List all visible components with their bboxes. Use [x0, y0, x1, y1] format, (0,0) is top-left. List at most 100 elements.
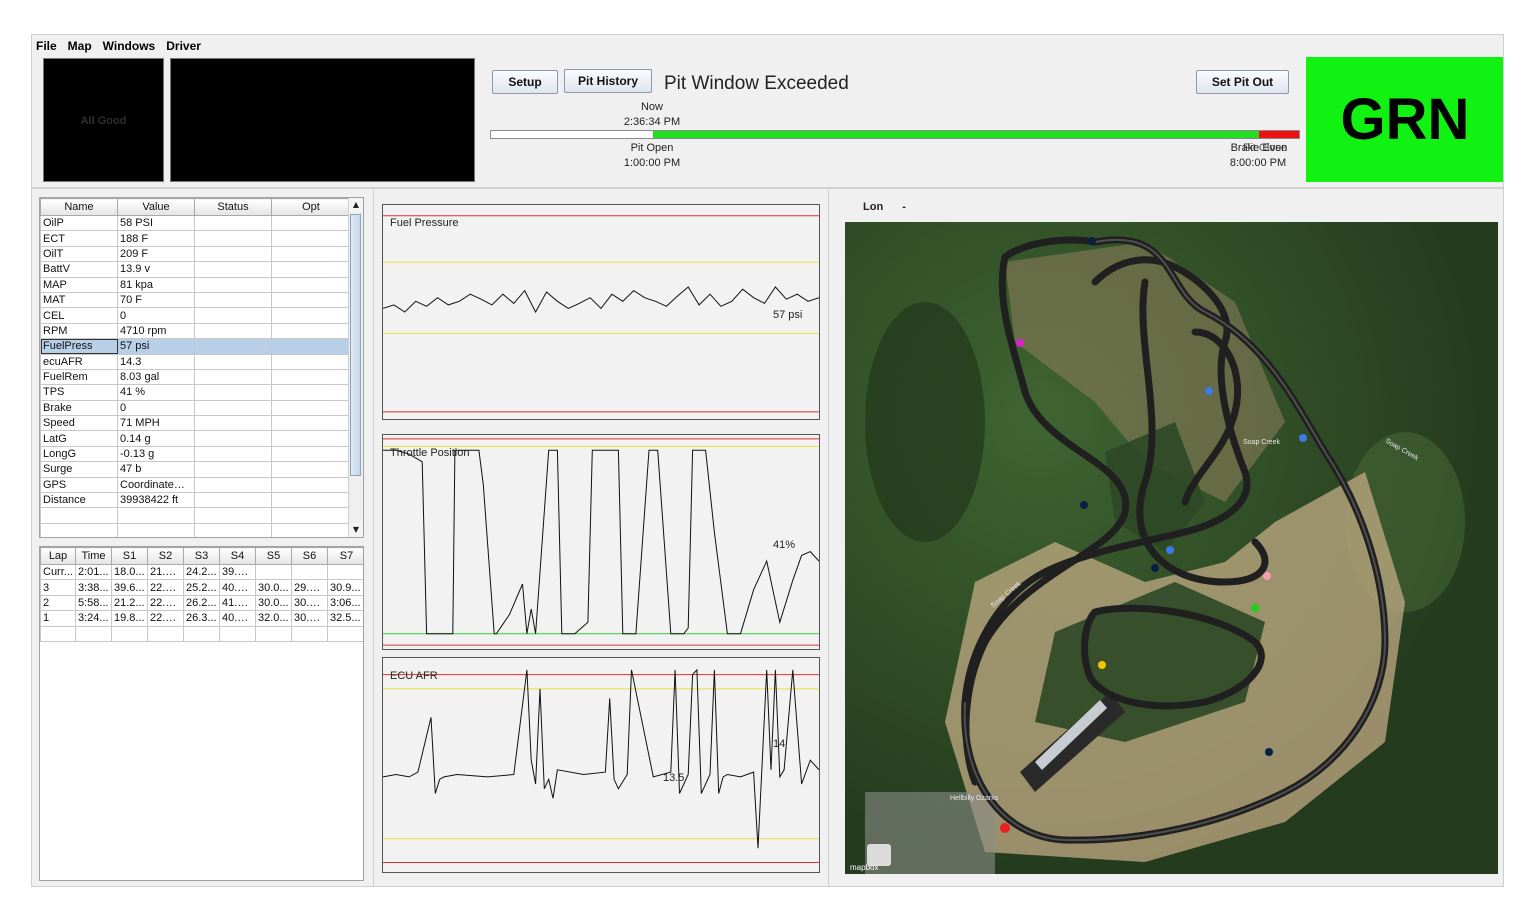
sensor-value-cell[interactable]: 58 PSI	[117, 214, 195, 232]
menu-windows[interactable]: Windows	[103, 39, 156, 53]
lap-column-header[interactable]: Lap	[40, 547, 76, 565]
sensor-name-cell[interactable]: Distance	[40, 492, 118, 509]
sensor-row[interactable]: Surge 47 b	[40, 461, 351, 478]
track-map[interactable]: Soap Creek Soap Creek Soap Creek Hellbil…	[845, 222, 1498, 874]
sensor-cell[interactable]	[194, 353, 272, 370]
sensor-name-cell[interactable]: Brake	[40, 399, 118, 417]
sensor-cell[interactable]	[194, 230, 272, 247]
sensor-column-header[interactable]: Status	[194, 198, 272, 216]
lap-row[interactable]: Curr... 2:01... 18.0... 21.370 24.2... 39.477	[40, 563, 363, 581]
sensor-row[interactable]: OilT 209 F	[40, 245, 351, 263]
lap-cell[interactable]	[327, 563, 363, 581]
sensor-name-cell[interactable]: FuelRem	[40, 368, 118, 386]
sensor-value-cell[interactable]: 47 b	[117, 461, 195, 478]
sensor-value-cell[interactable]: 14.3	[117, 353, 195, 370]
sensor-value-cell[interactable]: 0.14 g	[117, 430, 195, 447]
sensor-cell[interactable]	[194, 476, 272, 494]
sensor-value-cell[interactable]: 0	[117, 307, 195, 324]
sensor-cell[interactable]	[194, 492, 272, 509]
sensor-cell[interactable]	[271, 291, 351, 309]
sensor-name-cell[interactable]: LongG	[40, 445, 118, 463]
lap-column-header[interactable]: S5	[255, 547, 292, 565]
lap-cell[interactable]: 22.133	[147, 579, 184, 596]
sensor-row[interactable]: FuelRem 8.03 gal	[40, 368, 351, 386]
lap-cell[interactable]: Curr...	[40, 563, 76, 581]
sensor-name-cell[interactable]: LatG	[40, 430, 118, 447]
sensor-cell[interactable]	[271, 492, 351, 509]
sensor-value-cell[interactable]: 0	[117, 399, 195, 417]
sensor-row[interactable]: MAT 70 F	[40, 291, 351, 309]
sensor-cell[interactable]	[194, 214, 272, 232]
menu-map[interactable]: Map	[68, 39, 92, 53]
scroll-up-icon[interactable]: ▲	[349, 198, 363, 212]
sensor-cell[interactable]	[194, 291, 272, 309]
sensor-row[interactable]: LatG 0.14 g	[40, 430, 351, 447]
sensor-cell[interactable]	[271, 230, 351, 247]
sensor-cell[interactable]	[271, 338, 351, 355]
lap-row[interactable]: 1 3:24... 19.8... 22.988 26.3... 40.532 32.0..…	[40, 610, 363, 627]
lap-cell[interactable]: 39.6...	[111, 579, 148, 596]
lap-cell[interactable]: 30.9...	[327, 579, 363, 596]
sensor-value-cell[interactable]: 209 F	[117, 245, 195, 263]
lap-cell[interactable]: 30.297	[291, 594, 328, 612]
lap-cell[interactable]: 3:06...	[327, 594, 363, 612]
sensor-cell[interactable]	[271, 245, 351, 263]
sensor-scrollbar[interactable]: ▲ ▼	[348, 198, 363, 537]
lap-row[interactable]: 3 3:38... 39.6... 22.133 25.2... 40.957 30.0..…	[40, 579, 363, 596]
lap-cell[interactable]	[255, 563, 292, 581]
sensor-row[interactable]: TPS 41 %	[40, 384, 351, 401]
sensor-cell[interactable]	[194, 307, 272, 324]
sensor-name-cell[interactable]: OilT	[40, 245, 118, 263]
sensor-cell[interactable]	[194, 245, 272, 263]
lap-column-header[interactable]: S3	[183, 547, 220, 565]
sensor-name-cell[interactable]: Speed	[40, 415, 118, 432]
sensor-cell[interactable]	[194, 399, 272, 417]
lap-cell[interactable]: 22.988	[147, 610, 184, 627]
lap-cell[interactable]: 3:24...	[75, 610, 112, 627]
scroll-down-icon[interactable]: ▼	[349, 523, 363, 537]
sensor-name-cell[interactable]: MAP	[40, 276, 118, 293]
lap-cell[interactable]: 39.477	[219, 563, 256, 581]
sensor-value-cell[interactable]: 71 MPH	[117, 415, 195, 432]
lap-cell[interactable]: 40.532	[219, 610, 256, 627]
menu-driver[interactable]: Driver	[166, 39, 201, 53]
sensor-row[interactable]: CEL 0	[40, 307, 351, 324]
sensor-value-cell[interactable]: -0.13 g	[117, 445, 195, 463]
lap-row[interactable]: 2 5:58... 21.2... 22.883 26.2... 41.318 30.0..…	[40, 594, 363, 612]
sensor-cell[interactable]	[271, 384, 351, 401]
sensor-cell[interactable]	[194, 368, 272, 386]
sensor-value-cell[interactable]: 39938422 ft	[117, 492, 195, 509]
sensor-cell[interactable]	[271, 461, 351, 478]
sensor-row[interactable]: ECT 188 F	[40, 230, 351, 247]
sensor-cell[interactable]	[271, 415, 351, 432]
sensor-value-cell[interactable]: 41 %	[117, 384, 195, 401]
lap-cell[interactable]: 32.0...	[255, 610, 292, 627]
sensor-cell[interactable]	[194, 261, 272, 278]
setup-button[interactable]: Setup	[492, 70, 558, 94]
sensor-cell[interactable]	[271, 430, 351, 447]
sensor-cell[interactable]	[271, 445, 351, 463]
lap-cell[interactable]: 40.957	[219, 579, 256, 596]
sensor-cell[interactable]	[271, 353, 351, 370]
lap-cell[interactable]: 19.8...	[111, 610, 148, 627]
lap-cell[interactable]: 3:38...	[75, 579, 112, 596]
sensor-name-cell[interactable]: MAT	[40, 291, 118, 309]
lap-cell[interactable]: 1	[40, 610, 76, 627]
sensor-name-cell[interactable]: GPS	[40, 476, 118, 494]
sensor-value-cell[interactable]: 13.9 v	[117, 261, 195, 278]
lap-cell[interactable]: 30.0...	[255, 594, 292, 612]
lap-cell[interactable]: 21.2...	[111, 594, 148, 612]
sensor-value-cell[interactable]: 81 kpa	[117, 276, 195, 293]
sensor-row[interactable]: FuelPress 57 psi	[40, 338, 351, 355]
lap-cell[interactable]: 41.318	[219, 594, 256, 612]
sensor-row[interactable]: GPS Coordinate@...	[40, 476, 351, 494]
lap-cell[interactable]	[291, 563, 328, 581]
lap-cell[interactable]: 25.2...	[183, 579, 220, 596]
sensor-cell[interactable]	[194, 384, 272, 401]
lap-cell[interactable]: 26.2...	[183, 594, 220, 612]
lap-column-header[interactable]: S2	[147, 547, 184, 565]
sensor-row[interactable]: RPM 4710 rpm	[40, 322, 351, 340]
sensor-cell[interactable]	[271, 476, 351, 494]
lap-cell[interactable]: 18.0...	[111, 563, 148, 581]
sensor-row[interactable]: BattV 13.9 v	[40, 261, 351, 278]
